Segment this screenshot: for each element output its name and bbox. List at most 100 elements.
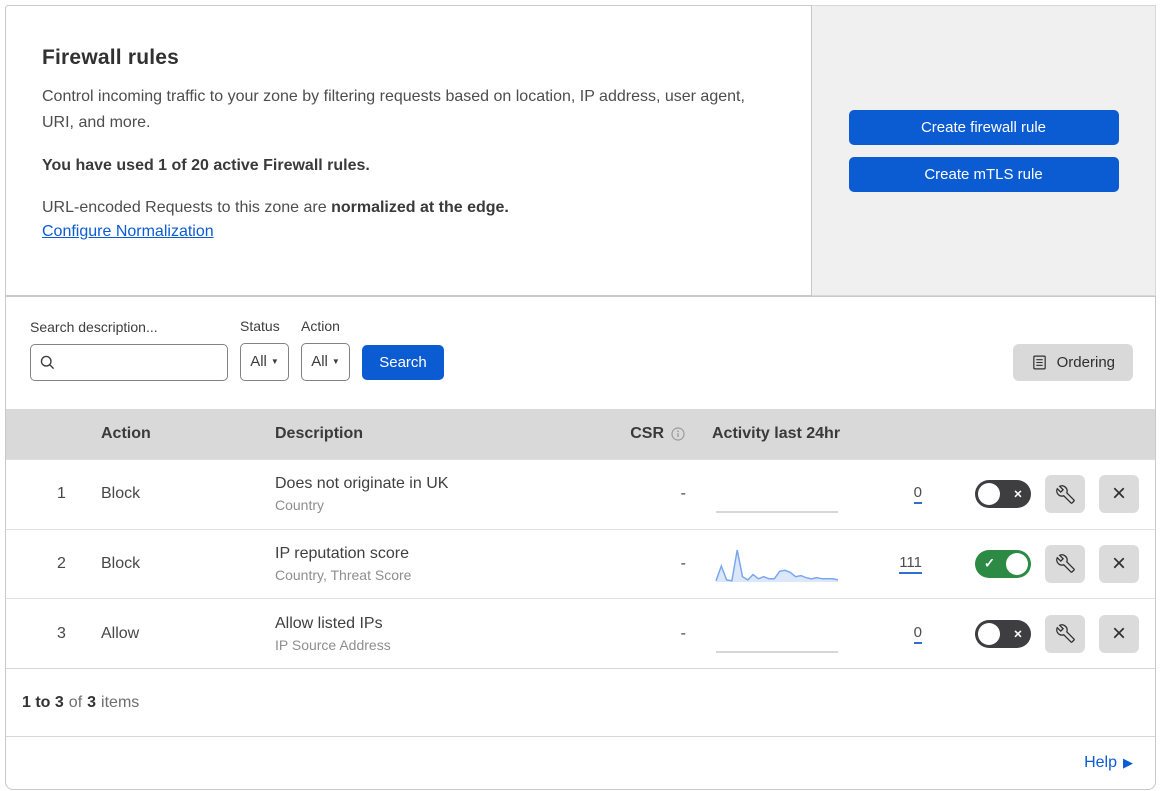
action-select-value: All (311, 353, 328, 371)
rule-activity-cell: 0 (700, 612, 950, 656)
help-arrow-icon: ▶ (1123, 755, 1133, 771)
filter-bar: Search description... Status All ▼ Actio… (6, 297, 1155, 409)
create-mtls-rule-button[interactable]: Create mTLS rule (848, 156, 1119, 192)
table-header: Action Description CSR Activity last 24h… (6, 408, 1155, 459)
rule-activity-cell: 0 (700, 472, 950, 516)
search-button[interactable]: Search (362, 344, 444, 380)
toggle-cross-icon: × (1013, 625, 1022, 642)
usage-summary: You have used 1 of 20 active Firewall ru… (42, 157, 370, 175)
chevron-down-icon: ▼ (331, 357, 340, 367)
rule-priority: 1 (57, 485, 66, 503)
rule-action: Allow (101, 624, 140, 642)
normalization-prefix: URL-encoded Requests to this zone are (42, 199, 332, 217)
close-icon: × (1111, 619, 1126, 647)
table-row: 3 Allow Allow listed IPs IP Source Addre… (6, 598, 1155, 668)
table-row: 2 Block IP reputation score Country, Thr… (6, 528, 1155, 599)
rule-activity-cell: 111 (700, 542, 950, 586)
wrench-icon (1055, 624, 1075, 644)
search-label: Search description... (30, 318, 158, 335)
action-select[interactable]: All ▼ (301, 342, 350, 381)
rule-fields: Country, Threat Score (275, 566, 412, 583)
delete-rule-button[interactable]: × (1099, 544, 1139, 583)
ordering-button-label: Ordering (1056, 353, 1115, 371)
rule-fields: Country (275, 497, 325, 514)
rule-description: Does not originate in UK (275, 475, 449, 493)
page-title: Firewall rules (42, 46, 180, 69)
ordering-button[interactable]: Ordering (1012, 343, 1133, 381)
rule-controls: × × (950, 614, 1155, 653)
activity-count-link[interactable]: 0 (913, 623, 922, 644)
create-firewall-rule-button[interactable]: Create firewall rule (848, 109, 1119, 145)
chevron-down-icon: ▼ (270, 357, 279, 367)
actions-panel: Create firewall rule Create mTLS rule (812, 5, 1156, 296)
search-input-wrapper (30, 343, 228, 381)
activity-count: 0 (913, 623, 922, 641)
rule-fields: IP Source Address (275, 636, 391, 653)
rule-controls: × × (950, 475, 1155, 514)
header-csr: CSR (600, 425, 700, 443)
wrench-icon (1055, 554, 1075, 574)
pagination-range: 1 to 3 (22, 693, 64, 711)
pagination-items: items (101, 693, 140, 711)
status-select-value: All (250, 353, 267, 371)
rule-enabled-toggle[interactable]: × (975, 619, 1031, 648)
rule-controls: ✓ × (950, 544, 1155, 583)
rule-description: Allow listed IPs (275, 614, 383, 632)
wrench-icon (1055, 484, 1075, 504)
status-filter-group: Status All ▼ (240, 318, 289, 381)
rule-enabled-toggle[interactable]: × (975, 480, 1031, 509)
toggle-cross-icon: × (1013, 485, 1022, 502)
activity-sparkline (712, 542, 842, 586)
rule-description-cell: IP reputation score Country, Threat Scor… (275, 545, 600, 583)
rule-priority: 3 (57, 624, 66, 642)
search-input[interactable] (56, 354, 219, 371)
edit-rule-button[interactable] (1045, 544, 1085, 583)
pagination-of: of (68, 693, 83, 711)
search-group: Search description... (30, 319, 228, 381)
delete-rule-button[interactable]: × (1099, 475, 1139, 514)
rule-action: Block (101, 485, 141, 503)
rule-priority: 2 (57, 554, 66, 572)
help-link[interactable]: Help ▶ (1084, 754, 1133, 772)
info-icon[interactable] (670, 426, 686, 442)
action-label: Action (301, 317, 340, 334)
close-icon: × (1111, 549, 1126, 577)
configure-normalization-link[interactable]: Configure Normalization (42, 223, 214, 241)
normalization-note: URL-encoded Requests to this zone are no… (42, 199, 775, 217)
pagination-summary: 1 to 3 of 3 items (6, 668, 1155, 736)
help-bar: Help ▶ (6, 736, 1155, 789)
status-select[interactable]: All ▼ (240, 342, 289, 381)
table-row: 1 Block Does not originate in UK Country… (6, 458, 1155, 529)
page-description: Control incoming traffic to your zone by… (42, 88, 745, 131)
action-filter-group: Action All ▼ (301, 318, 350, 381)
toggle-check-icon: ✓ (984, 555, 995, 571)
status-label: Status (240, 317, 280, 334)
rule-description-cell: Does not originate in UK Country (275, 475, 600, 513)
rules-list-card: Search description... Status All ▼ Actio… (5, 296, 1156, 790)
activity-count-link[interactable]: 0 (913, 484, 922, 505)
pagination-total: 3 (87, 693, 97, 711)
activity-count: 111 (899, 553, 922, 571)
header-activity: Activity last 24hr (712, 424, 841, 442)
edit-rule-button[interactable] (1045, 614, 1085, 653)
toggle-knob (978, 622, 1000, 645)
edit-rule-button[interactable] (1045, 475, 1085, 514)
help-link-label: Help (1084, 754, 1117, 772)
rule-description: IP reputation score (275, 544, 410, 562)
activity-count-link[interactable]: 111 (899, 554, 922, 574)
rule-csr: - (680, 554, 686, 572)
delete-rule-button[interactable]: × (1099, 614, 1139, 653)
rule-enabled-toggle[interactable]: ✓ (975, 549, 1031, 578)
rule-description-cell: Allow listed IPs IP Source Address (275, 615, 600, 653)
header-action: Action (101, 424, 151, 442)
firewall-rules-page: Firewall rules Control incoming traffic … (0, 0, 1161, 791)
activity-sparkline (712, 612, 842, 656)
toggle-knob (1006, 552, 1028, 575)
close-icon: × (1111, 480, 1126, 508)
header-description: Description (275, 424, 364, 442)
rule-action: Block (101, 554, 141, 572)
activity-count: 0 (913, 484, 922, 502)
rule-csr: - (680, 624, 686, 642)
ordering-list-icon (1031, 354, 1048, 371)
intro-card: Firewall rules Control incoming traffic … (5, 5, 812, 296)
